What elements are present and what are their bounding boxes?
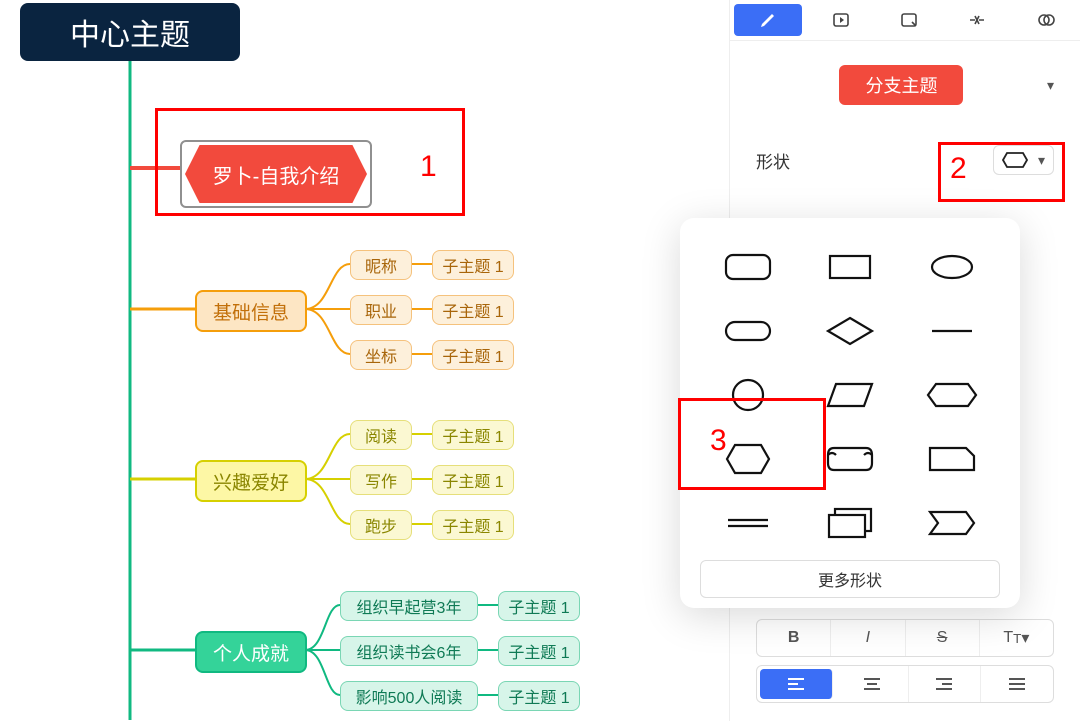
- branch-basic-info[interactable]: 基础信息: [195, 290, 307, 332]
- subtopic[interactable]: 子主题 1: [498, 591, 580, 621]
- shape-line[interactable]: [904, 302, 1000, 360]
- shape-double-line[interactable]: [700, 494, 796, 552]
- subtopic[interactable]: 子主题 1: [432, 340, 514, 370]
- paint-icon: [758, 10, 778, 30]
- align-justify-button[interactable]: [981, 666, 1053, 702]
- subtopic[interactable]: 子主题 1: [432, 465, 514, 495]
- annotation-box-3: [678, 398, 826, 490]
- topic-type-label: 分支主题: [839, 65, 963, 105]
- italic-button[interactable]: I: [831, 620, 905, 656]
- subtopic[interactable]: 子主题 1: [498, 636, 580, 666]
- tab-slideshow[interactable]: [806, 0, 874, 40]
- shape-stack[interactable]: [802, 494, 898, 552]
- subtopic[interactable]: 子主题 1: [432, 510, 514, 540]
- tab-style[interactable]: [734, 4, 802, 36]
- leaf-occupation[interactable]: 职业: [350, 295, 412, 325]
- subtopic[interactable]: 子主题 1: [432, 250, 514, 280]
- subtopic[interactable]: 子主题 1: [498, 681, 580, 711]
- topic-type-selector[interactable]: 分支主题 ▾: [756, 65, 1054, 105]
- more-shapes-button[interactable]: 更多形状: [700, 560, 1000, 598]
- subtopic[interactable]: 子主题 1: [432, 420, 514, 450]
- leaf-reading[interactable]: 阅读: [350, 420, 412, 450]
- leaf-influence[interactable]: 影响500人阅读: [340, 681, 478, 711]
- play-icon: [831, 10, 851, 30]
- text-style-button[interactable]: TT ▾: [980, 620, 1053, 656]
- tab-filter[interactable]: [1012, 0, 1080, 40]
- shape-diamond[interactable]: [802, 302, 898, 360]
- align-center-button[interactable]: [836, 666, 909, 702]
- shape-hexagon-wide[interactable]: [904, 366, 1000, 424]
- panel-tabs: [730, 0, 1080, 41]
- shape-arrow-tag[interactable]: [904, 494, 1000, 552]
- leaf-nickname[interactable]: 昵称: [350, 250, 412, 280]
- align-toolbar: [756, 665, 1054, 703]
- structure-icon: [966, 10, 988, 30]
- shape-rounded-rect[interactable]: [700, 238, 796, 296]
- leaf-book-club[interactable]: 组织读书会6年: [340, 636, 478, 666]
- shape-label: 形状: [756, 148, 790, 173]
- branch-achievements[interactable]: 个人成就: [195, 631, 307, 673]
- shape-rect[interactable]: [802, 238, 898, 296]
- annotation-number-3: 3: [710, 424, 727, 458]
- chevron-down-icon: ▾: [1047, 77, 1054, 94]
- annotation-box-1: [155, 108, 465, 216]
- text-format-toolbar: B I S TT ▾: [756, 619, 1054, 657]
- tab-note[interactable]: [875, 0, 943, 40]
- shape-capsule[interactable]: [700, 302, 796, 360]
- annotation-number-1: 1: [420, 150, 437, 184]
- tab-structure[interactable]: [943, 0, 1011, 40]
- leaf-location[interactable]: 坐标: [350, 340, 412, 370]
- align-right-button[interactable]: [909, 666, 982, 702]
- leaf-morning-camp[interactable]: 组织早起营3年: [340, 591, 478, 621]
- annotation-number-2: 2: [950, 152, 967, 186]
- venn-icon: [1036, 10, 1056, 30]
- branch-hobbies[interactable]: 兴趣爱好: [195, 460, 307, 502]
- note-icon: [899, 10, 919, 30]
- shape-ellipse[interactable]: [904, 238, 1000, 296]
- strike-button[interactable]: S: [906, 620, 980, 656]
- subtopic[interactable]: 子主题 1: [432, 295, 514, 325]
- leaf-writing[interactable]: 写作: [350, 465, 412, 495]
- bold-button[interactable]: B: [757, 620, 831, 656]
- leaf-running[interactable]: 跑步: [350, 510, 412, 540]
- shape-rect-notch[interactable]: [904, 430, 1000, 488]
- root-node[interactable]: 中心主题: [20, 3, 240, 61]
- align-left-button[interactable]: [760, 669, 833, 699]
